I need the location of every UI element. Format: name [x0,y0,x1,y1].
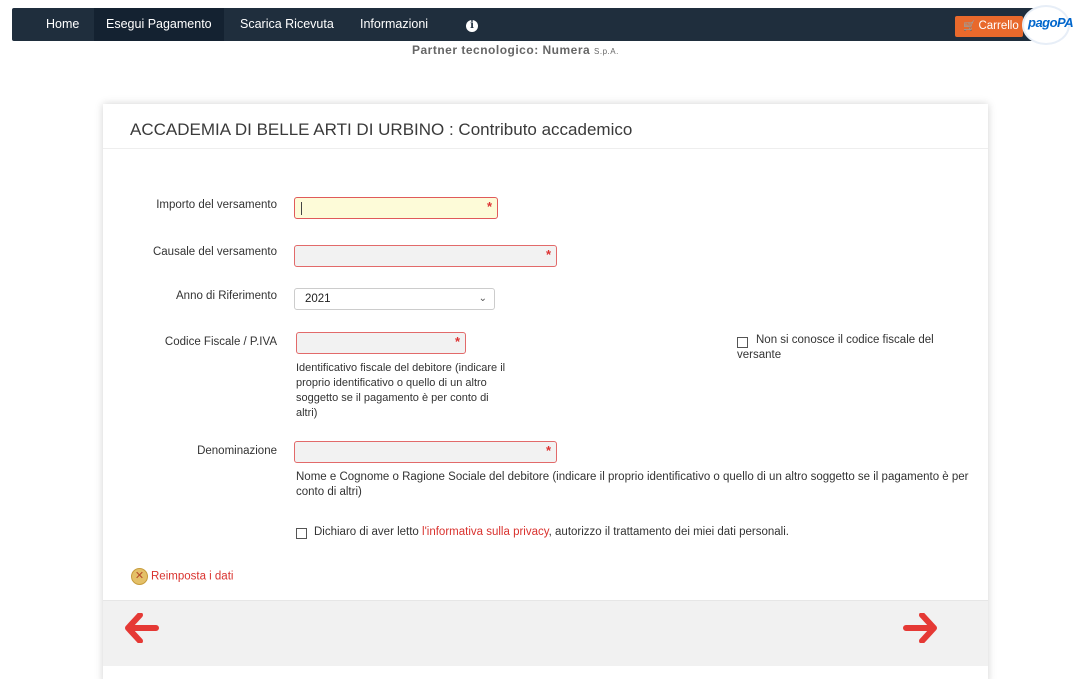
causale-label: Causale del versamento [152,246,277,258]
required-marker: * [545,247,551,262]
nav-home[interactable]: Home [34,8,91,41]
required-marker: * [545,443,551,458]
back-arrow-icon[interactable] [125,612,159,652]
anno-value: 2021 [305,293,331,305]
anno-label: Anno di Riferimento [176,290,277,302]
next-arrow-svg [903,612,937,644]
chevron-down-icon: ⌄ [478,293,487,304]
required-marker: * [486,199,492,214]
top-navbar: Home Esegui Pagamento Scarica Ricevuta I… [12,8,1058,41]
required-marker: * [454,334,460,349]
pagopa-logo: pagoPA [1022,5,1074,45]
cart-button[interactable]: 🛒 Carrello [955,16,1023,37]
codice-fiscale-label: Codice Fiscale / P.IVA [164,336,277,348]
cart-label: Carrello [978,20,1019,32]
partner-text: Partner tecnologico: Numera S.p.A. [412,43,619,57]
nav-esegui-pagamento[interactable]: Esegui Pagamento [94,8,224,41]
cart-icon: 🛒 [963,21,976,32]
causale-input[interactable]: * [294,245,557,267]
next-arrow-icon[interactable] [903,612,937,652]
info-circle-icon[interactable]: i [454,8,490,41]
codice-fiscale-help: Identificativo fiscale del debitore (ind… [296,362,506,419]
importo-label: Importo del versamento [156,199,277,211]
back-arrow-svg [125,612,159,644]
page-title: ACCADEMIA DI BELLE ARTI DI URBINO : Cont… [130,120,633,139]
nav-scarica-ricevuta[interactable]: Scarica Ricevuta [228,8,346,41]
denominazione-help: Nome e Cognome o Ragione Sociale del deb… [296,471,969,498]
denominazione-label: Denominazione [197,445,277,457]
payment-form-card: ACCADEMIA DI BELLE ARTI DI URBINO : Cont… [103,104,988,679]
reset-label: Reimposta i dati [151,570,234,583]
privacy-link[interactable]: l'informativa sulla privacy [422,526,549,538]
denominazione-input[interactable]: * [294,441,557,463]
pagopa-logo-text: pagoPA [1028,15,1074,30]
title-divider [103,148,988,149]
nav-informazioni[interactable]: Informazioni [348,8,440,41]
anno-select[interactable]: 2021 ⌄ [294,288,495,310]
privacy-statement: Dichiaro di aver letto l'informativa sul… [314,526,789,538]
reset-button[interactable]: ✕ Reimposta i dati [131,568,233,585]
privacy-checkbox[interactable] [296,528,307,539]
no-codice-fiscale-label: Non si conosce il codice fiscale del ver… [737,334,934,361]
text-caret [301,202,302,215]
codice-fiscale-input[interactable]: * [296,332,466,354]
importo-input[interactable]: * [294,197,498,219]
reset-icon: ✕ [131,568,148,585]
navigation-bar [103,600,988,666]
